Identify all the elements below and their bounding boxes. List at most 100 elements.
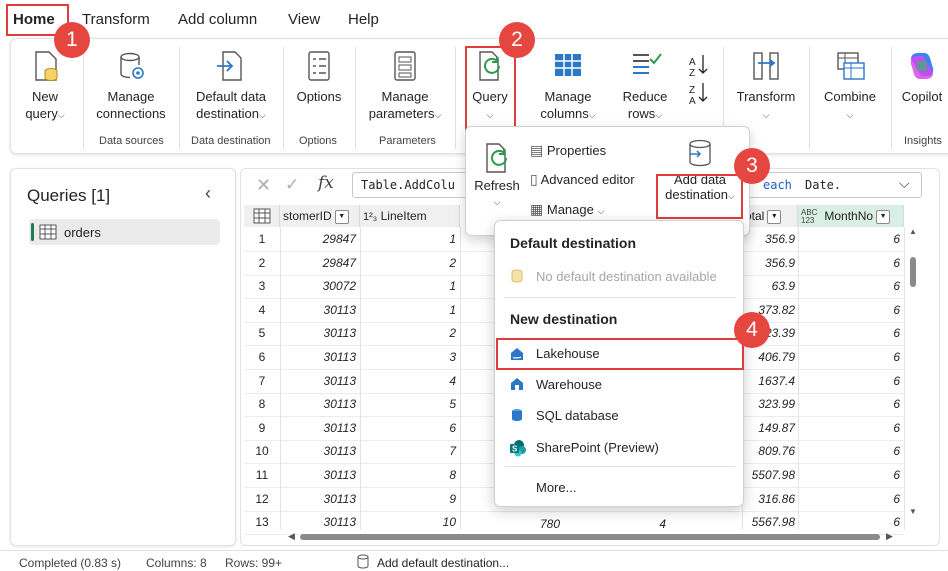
chevron-down-icon: ⌵ [597, 206, 605, 216]
tab-help[interactable]: Help [348, 11, 379, 28]
select-all-corner[interactable] [244, 205, 280, 227]
column-header-lineitem[interactable]: 1²₃ LineItem [360, 205, 460, 227]
highlight-add-data-destination [656, 174, 743, 219]
reduce-rows-label-2: rows [627, 106, 656, 121]
grid-cell: 406.79 [758, 350, 795, 364]
svg-text:Z: Z [689, 68, 695, 79]
copilot-label: Copilot [901, 89, 943, 104]
collapse-chevron-icon[interactable]: ‹ [205, 183, 211, 204]
active-indicator [31, 223, 34, 241]
grid-cell: 9 [449, 492, 456, 506]
formula-text-left: Table.AddColu [361, 178, 455, 192]
manage-connections-label-1: Manage [107, 89, 155, 104]
scroll-down-arrow-icon[interactable]: ▼ [909, 507, 917, 516]
new-query-label-1: New [31, 89, 58, 104]
options-label: Options [296, 89, 342, 104]
transform-button[interactable]: Transform ⌵ [733, 49, 799, 124]
menu-item-sharepoint[interactable]: S SharePoint (Preview) [495, 433, 745, 461]
grid-cell: 1637.4 [758, 374, 795, 388]
reduce-rows-button[interactable]: Reduce rows⌵ [617, 49, 673, 124]
horizontal-scrollbar[interactable]: ◀ ▶ [286, 530, 898, 544]
status-completed: Completed (0.83 s) [19, 556, 122, 570]
group-label-options: Options [299, 135, 337, 147]
cancel-formula-icon[interactable]: ✕ [256, 175, 271, 196]
svg-text:Z: Z [689, 85, 695, 96]
column-header-customerid[interactable]: stomerID ▼ [280, 205, 360, 227]
manage-parameters-label-2: parameters [368, 106, 435, 121]
commit-formula-icon[interactable]: ✓ [285, 175, 299, 195]
row-number: 13 [255, 515, 269, 529]
new-query-button[interactable]: New query⌵ [17, 49, 73, 124]
group-label-data-sources: Data sources [99, 135, 164, 147]
column-divider [360, 227, 361, 530]
step-badge-3: 3 [734, 148, 770, 184]
chevron-down-icon: ⌵ [493, 197, 501, 207]
default-data-destination-button[interactable]: Default data destination⌵ [186, 49, 276, 124]
row-number: 9 [258, 421, 266, 435]
tab-view[interactable]: View [288, 11, 320, 28]
add-default-destination-link[interactable]: Add default destination... [377, 556, 509, 570]
manage-columns-label-1: Manage [544, 89, 592, 104]
expand-formula-chevron-icon[interactable]: ⌵ [899, 175, 910, 192]
column-header-total[interactable]: otal ▼ [742, 205, 798, 227]
reduce-rows-label-1: Reduce [622, 89, 668, 104]
horizontal-scroll-thumb[interactable] [300, 534, 880, 540]
chevron-down-icon: ⌵ [655, 110, 663, 120]
grid-cell: 30113 [323, 515, 356, 529]
sharepoint-label: SharePoint (Preview) [536, 440, 659, 455]
scroll-right-arrow-icon[interactable]: ▶ [886, 531, 893, 542]
grid-cell: 30113 [323, 326, 356, 340]
grid-cell: 63.9 [771, 279, 795, 293]
column-divider [904, 227, 905, 530]
grid-cell: 30113 [323, 303, 356, 317]
reduce-rows-icon [633, 53, 662, 74]
grid-cell: 29847 [322, 232, 356, 246]
copilot-button[interactable]: Copilot [897, 49, 947, 105]
step-badge-2: 2 [499, 22, 535, 58]
tab-add-column[interactable]: Add column [178, 11, 257, 28]
divider [891, 47, 892, 149]
row-number: 6 [258, 350, 266, 364]
column-filter-dropdown[interactable]: ▼ [876, 209, 891, 224]
chevron-down-icon: ⌵ [588, 110, 596, 120]
scroll-up-arrow-icon[interactable]: ▲ [909, 227, 917, 236]
vertical-scroll-thumb[interactable] [910, 257, 916, 287]
manage-columns-button[interactable]: Manage columns⌵ [529, 49, 607, 124]
new-query-label-2: query [25, 106, 58, 121]
refresh-button[interactable]: Refresh ⌵ [474, 141, 520, 208]
column-filter-dropdown[interactable]: ▼ [767, 209, 782, 224]
grid-cell: 6 [893, 468, 900, 482]
grid-cell: 1 [449, 232, 456, 246]
formula-text-right: Date. [805, 178, 842, 192]
menu-item-sql-database[interactable]: SQL database [495, 401, 745, 429]
query-item-orders[interactable]: orders [29, 219, 220, 245]
properties-button[interactable]: ▤ Properties [530, 142, 606, 159]
manage-parameters-icon [394, 51, 416, 81]
column-header-monthno[interactable]: ABC 123 MonthNo ▼ [798, 205, 904, 227]
manage-connections-icon [120, 52, 144, 79]
column-title: MonthNo [824, 209, 874, 223]
grid-cell: 6 [893, 303, 900, 317]
sort-buttons[interactable]: AZZA [687, 49, 715, 113]
combine-button[interactable]: Combine ⌵ [817, 49, 883, 124]
manage-button[interactable]: ▦ Manage ⌵ [530, 201, 604, 218]
column-divider [798, 227, 799, 530]
vertical-scrollbar[interactable]: ▲ ▼ [906, 227, 920, 527]
divider [83, 47, 84, 149]
scroll-left-arrow-icon[interactable]: ◀ [288, 531, 295, 542]
manage-connections-button[interactable]: Manage connections [91, 49, 171, 122]
function-fx-icon[interactable]: fx [318, 173, 334, 193]
manage-columns-icon [555, 54, 581, 76]
grid-cell: 780 [539, 517, 560, 531]
advanced-editor-button[interactable]: ▯ Advanced editor [530, 171, 635, 188]
queries-pane: Queries [1] ‹ orders [10, 168, 236, 546]
manage-parameters-button[interactable]: Manage parameters⌵ [363, 49, 447, 124]
column-filter-dropdown[interactable]: ▼ [334, 209, 349, 224]
tab-transform[interactable]: Transform [82, 11, 150, 28]
menu-item-warehouse[interactable]: Warehouse [495, 370, 745, 398]
database-icon [511, 269, 523, 283]
menu-divider [505, 466, 735, 467]
sort-icon: AZZA [689, 55, 708, 107]
options-button[interactable]: Options [291, 49, 347, 105]
menu-item-more[interactable]: More... [495, 473, 745, 501]
